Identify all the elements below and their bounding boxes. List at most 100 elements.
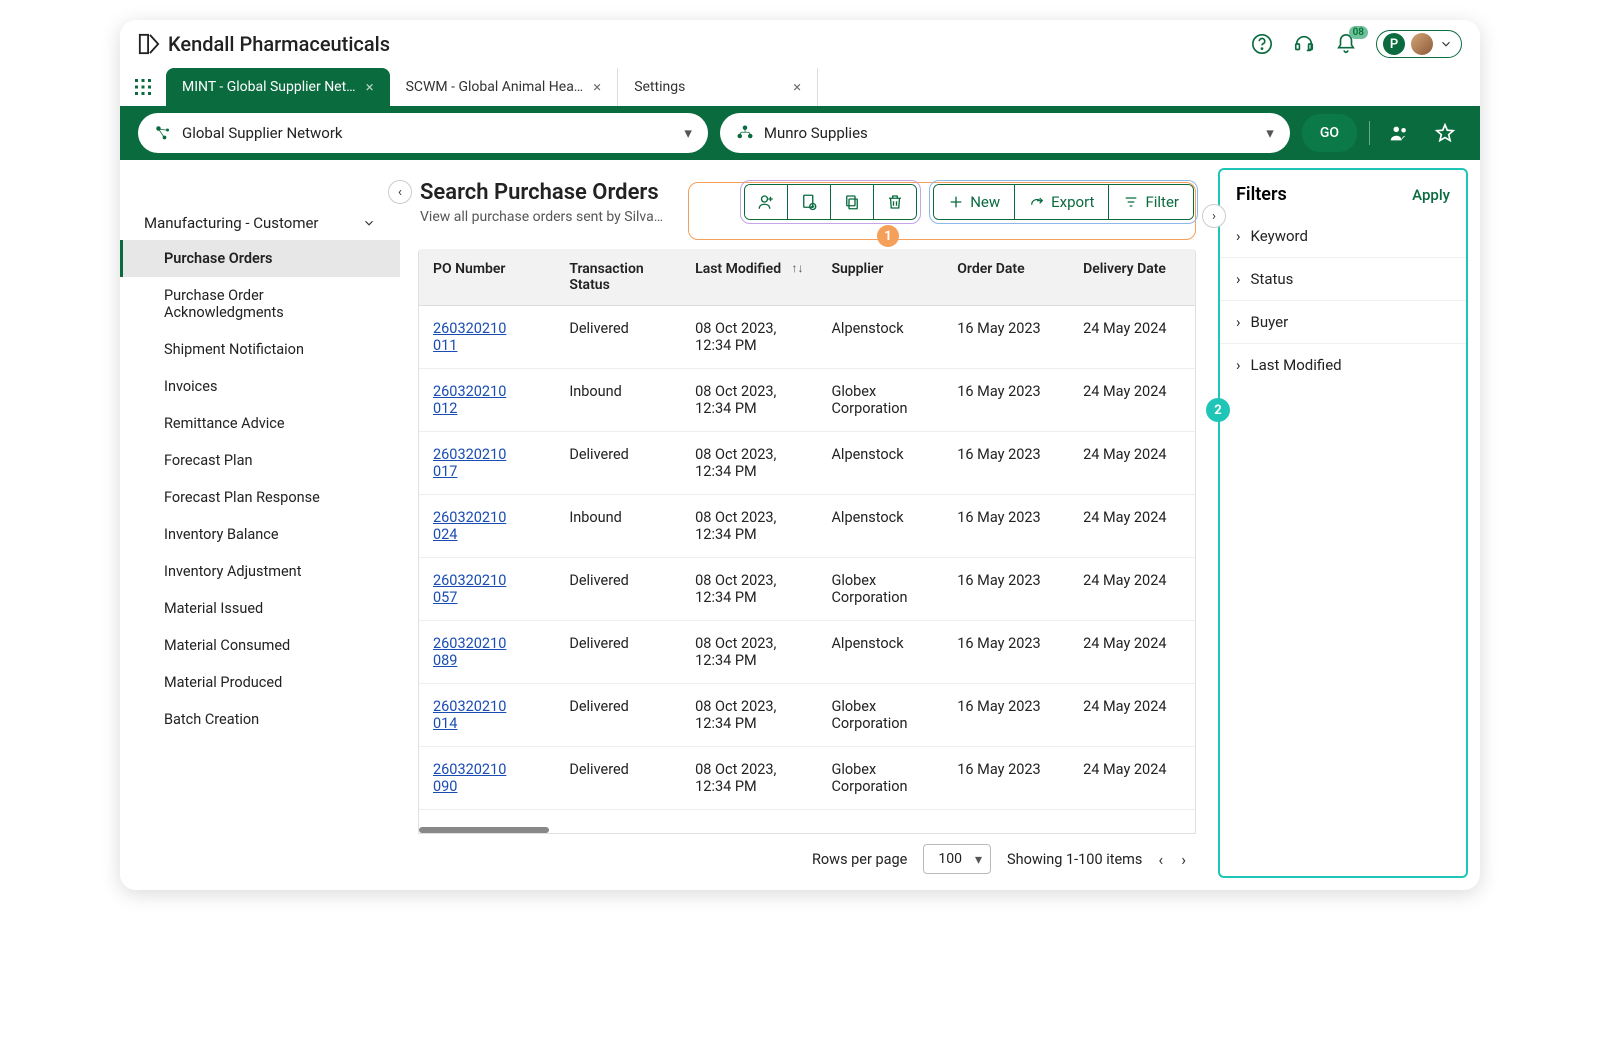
po-link[interactable]: 260320210017 bbox=[433, 446, 506, 480]
table-row: 260320210011Delivered08 Oct 2023,12:34 P… bbox=[419, 306, 1195, 369]
sidebar-item-inventory-adjustment[interactable]: Inventory Adjustment bbox=[120, 553, 400, 590]
export-button[interactable]: Export bbox=[1015, 185, 1109, 219]
filter-group-keyword[interactable]: ›Keyword bbox=[1220, 215, 1466, 257]
assign-user-button[interactable] bbox=[745, 185, 788, 219]
sidebar-item-invoices[interactable]: Invoices bbox=[120, 368, 400, 405]
sidebar-item-purchase-order-acknowledgments[interactable]: Purchase Order Acknowledgments bbox=[120, 277, 400, 331]
page-subtitle: View all purchase orders sent by Silva… bbox=[420, 209, 663, 225]
column-header[interactable]: Supplier bbox=[817, 249, 943, 306]
rows-per-page-label: Rows per page bbox=[812, 851, 907, 868]
toolbar-group-actions: 1.1 bbox=[744, 184, 917, 220]
apply-filters-button[interactable]: Apply bbox=[1412, 186, 1450, 204]
filter-group-last-modified[interactable]: ›Last Modified bbox=[1220, 343, 1466, 386]
annotation-badge-2: 2 bbox=[1206, 398, 1230, 422]
chevron-down-icon: ▾ bbox=[1266, 124, 1274, 142]
column-header[interactable]: Transaction Status bbox=[555, 249, 681, 306]
table-row: 260320210090Delivered08 Oct 2023,12:34 P… bbox=[419, 747, 1195, 810]
org-icon bbox=[736, 124, 754, 142]
filters-panel: 2 Filters Apply ›Keyword›Status›Buyer›La… bbox=[1218, 168, 1468, 878]
pagination: Rows per page 100 ▾ Showing 1-100 items … bbox=[400, 834, 1214, 890]
sidebar-section-toggle[interactable]: Manufacturing - Customer bbox=[120, 214, 400, 240]
tab-1[interactable]: SCWM - Global Animal Hea…× bbox=[390, 68, 619, 106]
chevron-down-icon: ▾ bbox=[975, 852, 982, 868]
body: ‹ Manufacturing - Customer Purchase Orde… bbox=[120, 160, 1480, 890]
column-header[interactable]: Last Modified↑↓ bbox=[681, 249, 817, 306]
horizontal-scrollbar[interactable] bbox=[419, 827, 549, 833]
table-row: 260320210014Delivered08 Oct 2023,12:34 P… bbox=[419, 684, 1195, 747]
go-button[interactable]: GO bbox=[1302, 114, 1357, 152]
next-page-button[interactable]: › bbox=[1181, 850, 1186, 869]
scope-selector[interactable]: Global Supplier Network ▾ bbox=[138, 113, 708, 153]
chevron-right-icon: › bbox=[1236, 356, 1241, 374]
po-link[interactable]: 260320210024 bbox=[433, 509, 506, 543]
column-header[interactable]: Order Date bbox=[943, 249, 1069, 306]
new-button[interactable]: New bbox=[934, 185, 1015, 219]
toolbar-group-primary: 1.2 New Export Filter bbox=[933, 184, 1194, 220]
tab-2[interactable]: Settings× bbox=[618, 68, 818, 106]
notification-badge: 08 bbox=[1349, 26, 1368, 39]
nav-list: Purchase OrdersPurchase Order Acknowledg… bbox=[120, 240, 400, 738]
sidebar-item-forecast-plan[interactable]: Forecast Plan bbox=[120, 442, 400, 479]
expand-panel-button[interactable]: › bbox=[1202, 204, 1226, 228]
sidebar-item-forecast-plan-response[interactable]: Forecast Plan Response bbox=[120, 479, 400, 516]
sidebar-item-material-consumed[interactable]: Material Consumed bbox=[120, 627, 400, 664]
table-row: 260320210012Inbound08 Oct 2023,12:34 PMG… bbox=[419, 369, 1195, 432]
apps-launcher-icon[interactable] bbox=[120, 70, 166, 104]
rows-per-page-select[interactable]: 100 ▾ bbox=[923, 844, 991, 874]
favorite-icon[interactable] bbox=[1428, 116, 1462, 150]
column-header[interactable]: PO Number bbox=[419, 249, 555, 306]
po-link[interactable]: 260320210012 bbox=[433, 383, 506, 417]
brand-logo-icon bbox=[138, 33, 160, 55]
chevron-down-icon bbox=[362, 216, 376, 230]
sidebar-section-label: Manufacturing - Customer bbox=[144, 214, 319, 232]
close-icon[interactable]: × bbox=[593, 78, 601, 96]
po-link[interactable]: 260320210011 bbox=[433, 320, 506, 354]
filter-group-status[interactable]: ›Status bbox=[1220, 257, 1466, 300]
filter-button[interactable]: Filter bbox=[1109, 185, 1193, 219]
sidebar-item-material-issued[interactable]: Material Issued bbox=[120, 590, 400, 627]
top-actions: 08 P bbox=[1250, 30, 1462, 58]
po-link[interactable]: 260320210014 bbox=[433, 698, 506, 732]
collapse-sidebar-button[interactable]: ‹ bbox=[388, 180, 412, 204]
toolbar: 1.1 1.2 New Export Filter bbox=[744, 180, 1194, 220]
sidebar-item-batch-creation[interactable]: Batch Creation bbox=[120, 701, 400, 738]
support-icon[interactable] bbox=[1292, 32, 1316, 56]
purchase-orders-table: PO NumberTransaction StatusLast Modified… bbox=[419, 249, 1195, 810]
network-icon bbox=[154, 124, 172, 142]
close-icon[interactable]: × bbox=[366, 78, 374, 96]
table-row: 260320210017Delivered08 Oct 2023,12:34 P… bbox=[419, 432, 1195, 495]
divider bbox=[1369, 121, 1370, 145]
user-menu[interactable]: P bbox=[1376, 30, 1462, 58]
copy-button[interactable] bbox=[831, 185, 874, 219]
po-link[interactable]: 260320210057 bbox=[433, 572, 506, 606]
sort-icon: ↑↓ bbox=[791, 261, 803, 275]
page-nav: ‹ › bbox=[1158, 850, 1186, 869]
persona-badge: P bbox=[1383, 33, 1405, 55]
po-link[interactable]: 260320210089 bbox=[433, 635, 506, 669]
entity-selector[interactable]: Munro Supplies ▾ bbox=[720, 113, 1290, 153]
prev-page-button[interactable]: ‹ bbox=[1158, 850, 1163, 869]
document-settings-button[interactable] bbox=[788, 185, 831, 219]
app-window: Kendall Pharmaceuticals 08 P MINT - Glob… bbox=[120, 20, 1480, 890]
sidebar-item-purchase-orders[interactable]: Purchase Orders bbox=[120, 240, 400, 277]
avatar bbox=[1411, 33, 1433, 55]
filter-group-buyer[interactable]: ›Buyer bbox=[1220, 300, 1466, 343]
chevron-right-icon: › bbox=[1236, 313, 1241, 331]
sidebar-item-inventory-balance[interactable]: Inventory Balance bbox=[120, 516, 400, 553]
help-icon[interactable] bbox=[1250, 32, 1274, 56]
team-icon[interactable] bbox=[1382, 116, 1416, 150]
tab-0[interactable]: MINT - Global Supplier Net…× bbox=[166, 68, 390, 106]
column-header[interactable]: Delivery Date bbox=[1069, 249, 1195, 306]
sidebar-item-remittance-advice[interactable]: Remittance Advice bbox=[120, 405, 400, 442]
po-link[interactable]: 260320210090 bbox=[433, 761, 506, 795]
sidebar-item-shipment-notifictaion[interactable]: Shipment Notifictaion bbox=[120, 331, 400, 368]
annotation-badge-1: 1 bbox=[877, 225, 899, 247]
notifications-icon[interactable]: 08 bbox=[1334, 32, 1358, 56]
table-container[interactable]: PO NumberTransaction StatusLast Modified… bbox=[418, 249, 1196, 834]
context-bar: Global Supplier Network ▾ Munro Supplies… bbox=[120, 106, 1480, 160]
sidebar-item-material-produced[interactable]: Material Produced bbox=[120, 664, 400, 701]
page-title: Search Purchase Orders bbox=[420, 180, 663, 205]
delete-button[interactable] bbox=[874, 185, 916, 219]
entity-label: Munro Supplies bbox=[764, 124, 868, 142]
close-icon[interactable]: × bbox=[793, 78, 801, 96]
